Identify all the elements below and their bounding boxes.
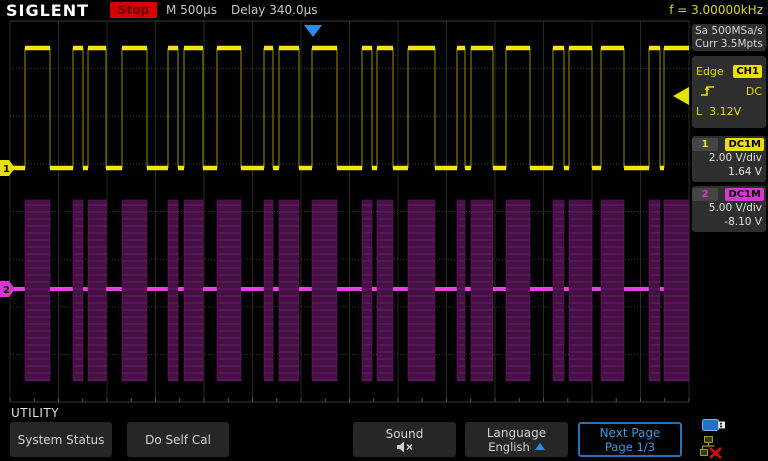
channel1-offset: 1.64 V <box>692 165 766 179</box>
usb-device-icon <box>702 418 726 433</box>
trigger-type: Edge <box>696 65 724 78</box>
run-stop-indicator[interactable]: Stop <box>110 2 157 18</box>
timebase-readout: M 500µs <box>166 3 217 17</box>
channel1-number: 1 <box>692 138 718 151</box>
channel2-offset: -8.10 V <box>692 215 766 229</box>
soft-menu-bar: UTILITY System Status Do Self Cal Sound … <box>0 405 768 461</box>
next-page-button[interactable]: Next Page Page 1/3 <box>578 422 682 457</box>
sample-rate: Sa 500MSa/s <box>695 25 766 38</box>
oscilloscope-screen: SIGLENT Stop M 500µs Delay 340.0µs f = 3… <box>0 0 768 461</box>
trigger-coupling: DC <box>746 85 762 98</box>
frequency-counter: f = 3.00000kHz <box>669 3 763 17</box>
brand-logo: SIGLENT <box>6 1 89 20</box>
delay-readout: Delay 340.0µs <box>231 3 317 17</box>
channel1-marker-label: 1 <box>3 164 10 175</box>
channel2-scale: 5.00 V/div <box>692 201 766 215</box>
speaker-mute-icon <box>396 441 414 453</box>
channel2-coupling-badge: DC1M <box>725 188 764 201</box>
button-label: Next Page <box>600 426 661 440</box>
sound-button[interactable]: Sound <box>353 422 456 457</box>
button-label: Do Self Cal <box>145 433 211 447</box>
button-label: Language <box>487 426 546 440</box>
language-button[interactable]: Language English <box>465 422 568 457</box>
lan-disconnected-icon <box>700 436 724 459</box>
channel1-coupling-badge: DC1M <box>725 138 764 151</box>
channel1-scale: 2.00 V/div <box>692 151 766 165</box>
trigger-source-badge: CH1 <box>733 65 762 78</box>
memory-depth: Curr 3.5Mpts <box>695 38 766 51</box>
dropdown-up-icon <box>535 443 545 450</box>
channel1-info-box[interactable]: 1 DC1M 2.00 V/div 1.64 V <box>692 136 766 182</box>
menu-title: UTILITY <box>11 406 59 420</box>
channel2-marker-label: 2 <box>3 285 10 296</box>
do-self-cal-button[interactable]: Do Self Cal <box>127 422 229 457</box>
trigger-position-marker[interactable] <box>304 25 322 37</box>
button-label: Sound <box>386 427 424 441</box>
system-status-button[interactable]: System Status <box>10 422 112 457</box>
waveform-plot: 12 <box>0 20 690 405</box>
acquisition-info: Sa 500MSa/s Curr 3.5Mpts <box>692 24 766 51</box>
trigger-level-marker[interactable] <box>673 87 689 105</box>
top-status-bar: SIGLENT Stop M 500µs Delay 340.0µs f = 3… <box>0 0 768 20</box>
page-indicator: Page 1/3 <box>605 440 655 454</box>
rising-edge-icon <box>700 84 716 98</box>
button-label: System Status <box>18 433 105 447</box>
channel2-number: 2 <box>692 188 718 201</box>
trigger-level: L 3.12V <box>696 105 741 118</box>
trigger-info-box[interactable]: Edge CH1 DC L 3.12V <box>692 56 766 128</box>
channel2-info-box[interactable]: 2 DC1M 5.00 V/div -8.10 V <box>692 186 766 232</box>
language-value: English <box>488 440 530 454</box>
sidebar: Sa 500MSa/s Curr 3.5Mpts Edge CH1 DC L 3… <box>690 20 768 405</box>
